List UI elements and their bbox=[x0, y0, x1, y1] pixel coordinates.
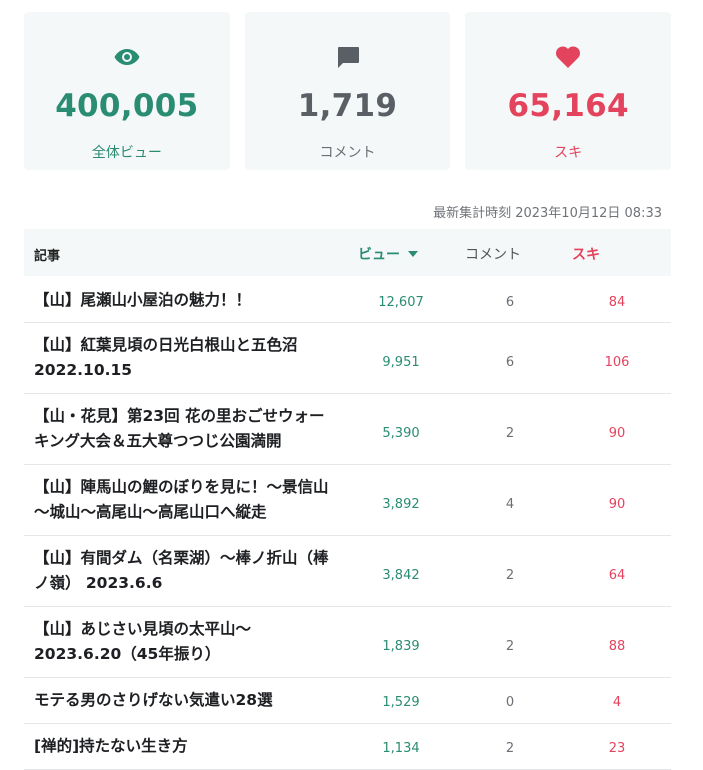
row-views: 12,607 bbox=[378, 295, 424, 310]
likes-card: 65,164 スキ bbox=[465, 12, 672, 170]
row-likes: 90 bbox=[608, 426, 626, 441]
total-comments-label: コメント bbox=[319, 145, 376, 161]
table-row[interactable]: 【山】あじさい見頃の太平山～ 2023.6.20（45年振り） 1,839 2 88 bbox=[24, 607, 671, 678]
sort-by-likes-button[interactable]: スキ bbox=[572, 244, 600, 264]
table-row[interactable]: モテる男のさりげない気遣い28選 1,529 0 4 bbox=[24, 678, 671, 724]
article-title-link[interactable]: 【山】あじさい見頃の太平山～ 2023.6.20（45年振り） bbox=[34, 617, 334, 667]
table-row[interactable]: 【山】有間ダム（名栗湖）～棒ノ折山（棒ノ嶺） 2023.6.6 3,842 2 64 bbox=[24, 536, 671, 607]
table-row[interactable]: 【山・花見】第23回 花の里おごせウォーキング大会＆五大尊つつじ公園満開 5,39… bbox=[24, 394, 671, 465]
table-header: 記事 ビュー コメント スキ bbox=[24, 229, 671, 276]
row-views: 1,839 bbox=[382, 639, 420, 654]
header-views-label: ビュー bbox=[358, 247, 400, 263]
article-title-link[interactable]: 【山】紅葉見頃の日光白根山と五色沼 2022.10.15 bbox=[34, 333, 334, 383]
row-views: 3,892 bbox=[382, 497, 420, 512]
row-views: 5,390 bbox=[382, 426, 420, 441]
sort-desc-icon bbox=[408, 251, 418, 257]
row-likes: 4 bbox=[612, 695, 622, 710]
row-comments: 0 bbox=[505, 695, 515, 710]
row-likes: 64 bbox=[608, 568, 626, 583]
row-views: 1,134 bbox=[382, 741, 420, 756]
article-title-link[interactable]: 【山】陣馬山の鯉のぼりを見に！～景信山～城山～高尾山～高尾山口へ縦走 bbox=[34, 475, 334, 525]
total-views-label: 全体ビュー bbox=[91, 145, 162, 161]
comment-icon bbox=[245, 42, 451, 72]
total-likes-label: スキ bbox=[554, 145, 583, 161]
table-row[interactable]: [禅的]持たない生き方 1,134 2 23 bbox=[24, 724, 671, 770]
article-title-link[interactable]: 【山】有間ダム（名栗湖）～棒ノ折山（棒ノ嶺） 2023.6.6 bbox=[34, 546, 334, 596]
row-comments: 2 bbox=[505, 639, 515, 654]
row-views: 9,951 bbox=[382, 355, 420, 370]
row-comments: 6 bbox=[505, 355, 515, 370]
row-comments: 6 bbox=[505, 295, 515, 310]
total-views-value: 400,005 bbox=[55, 88, 199, 124]
comments-card: 1,719 コメント bbox=[244, 12, 451, 170]
table-row[interactable]: 【山】紅葉見頃の日光白根山と五色沼 2022.10.15 9,951 6 106 bbox=[24, 323, 671, 394]
row-comments: 2 bbox=[505, 568, 515, 583]
row-comments: 2 bbox=[505, 741, 515, 756]
eye-icon bbox=[24, 42, 230, 72]
sort-by-views-button[interactable]: ビュー bbox=[358, 244, 418, 264]
row-comments: 2 bbox=[505, 426, 515, 441]
table-row[interactable]: 【山】陣馬山の鯉のぼりを見に！～景信山～城山～高尾山～高尾山口へ縦走 3,892 4… bbox=[24, 465, 671, 536]
total-likes-value: 65,164 bbox=[507, 88, 629, 124]
articles-table: 記事 ビュー コメント スキ 【山】尾瀬山小屋泊の魅力！！ 12,607 6 84 【山… bbox=[24, 229, 671, 770]
total-comments-value: 1,719 bbox=[297, 88, 398, 124]
article-title-link[interactable]: 【山・花見】第23回 花の里おごせウォーキング大会＆五大尊つつじ公園満開 bbox=[34, 404, 334, 454]
row-likes: 88 bbox=[608, 639, 626, 654]
heart-icon bbox=[465, 42, 671, 72]
article-title-link[interactable]: [禅的]持たない生き方 bbox=[34, 734, 334, 759]
row-likes: 106 bbox=[604, 355, 630, 370]
article-title-link[interactable]: 【山】尾瀬山小屋泊の魅力！！ bbox=[34, 288, 334, 313]
row-views: 1,529 bbox=[382, 695, 420, 710]
table-body: 【山】尾瀬山小屋泊の魅力！！ 12,607 6 84 【山】紅葉見頃の日光白根山と五色沼… bbox=[24, 276, 671, 770]
row-likes: 84 bbox=[608, 295, 626, 310]
row-comments: 4 bbox=[505, 497, 515, 512]
stats-cards: 400,005 全体ビュー 1,719 コメント 65,164 スキ bbox=[24, 12, 672, 170]
article-title-link[interactable]: モテる男のさりげない気遣い28選 bbox=[34, 688, 334, 713]
views-card: 400,005 全体ビュー bbox=[24, 12, 230, 170]
last-updated-text: 最新集計時刻 2023年10月12日 08:33 bbox=[433, 206, 662, 221]
row-views: 3,842 bbox=[382, 568, 420, 583]
row-likes: 23 bbox=[608, 741, 626, 756]
sort-by-comments-button[interactable]: コメント bbox=[465, 244, 521, 264]
header-article: 記事 bbox=[34, 249, 61, 264]
row-likes: 90 bbox=[608, 497, 626, 512]
table-row[interactable]: 【山】尾瀬山小屋泊の魅力！！ 12,607 6 84 bbox=[24, 276, 671, 323]
